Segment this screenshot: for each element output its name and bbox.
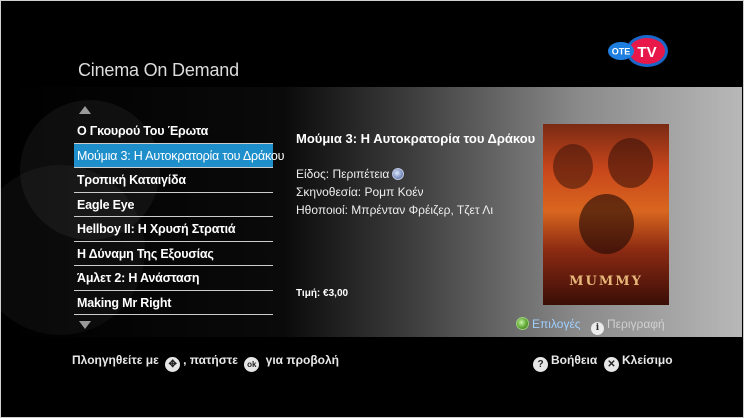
options-label: Επιλογές — [532, 317, 581, 331]
nav-hint-middle: , πατήστε — [183, 353, 238, 367]
help-label: Βοήθεια — [551, 353, 598, 367]
description-label: Περιγραφή — [607, 317, 665, 331]
page-title: Cinema On Demand — [78, 60, 239, 80]
poster-figure — [579, 194, 634, 254]
genre-text: Είδος: Περιπέτεια — [296, 167, 390, 181]
list-item[interactable]: Άμλετ 2: Η Ανάσταση — [74, 266, 273, 291]
movie-poster: MUMMY — [543, 124, 669, 305]
info-button-icon[interactable] — [392, 168, 405, 180]
options-button[interactable]: Επιλογές — [516, 317, 581, 331]
poster-figure — [553, 144, 593, 189]
close-icon: ✕ — [604, 357, 619, 372]
genre-row: Είδος: Περιπέτεια — [296, 165, 493, 183]
list-item[interactable]: Hellboy II: Η Χρυσή Στρατιά — [74, 217, 273, 242]
movie-details: Μούμια 3: Η Αυτοκρατορία του Δράκου — [296, 131, 535, 146]
logo-text-ote: OTE — [612, 47, 631, 57]
description-button[interactable]: i Περιγραφή — [591, 317, 665, 335]
scroll-up-arrow-icon[interactable] — [79, 106, 91, 114]
list-item[interactable]: Making Mr Right — [74, 291, 273, 315]
movie-list: Ο Γκουρού Του Έρωτα Μούμια 3: Η Αυτοκρατ… — [74, 119, 284, 315]
list-item[interactable]: Τροπική Καταιγίδα — [74, 168, 273, 193]
scroll-down-arrow-icon[interactable] — [79, 321, 91, 329]
dpad-icon: ✥ — [165, 357, 181, 372]
ote-tv-logo: OTE TV — [608, 35, 668, 67]
movie-title: Μούμια 3: Η Αυτοκρατορία του Δράκου — [296, 131, 536, 146]
close-button[interactable]: ✕ Κλείσιμο — [601, 353, 673, 372]
list-item[interactable]: Eagle Eye — [74, 193, 273, 217]
director-text: Σκηνοθεσία: Ρομπ Κοέν — [296, 185, 424, 199]
info-icon: i — [591, 322, 604, 335]
list-item[interactable]: Η Δύναμη Της Εξουσίας — [74, 242, 273, 266]
list-item[interactable]: Ο Γκουρού Του Έρωτα — [74, 119, 273, 144]
nav-hint-suffix: για προβολή — [265, 353, 339, 367]
poster-figure — [608, 138, 653, 188]
nav-hint-prefix: Πλοηγηθείτε με — [72, 353, 159, 367]
price-text: Τιμή: €3,00 — [296, 288, 349, 299]
movie-meta: Είδος: Περιπέτεια Σκηνοθεσία: Ρομπ Κοέν … — [296, 165, 493, 219]
actors-text: Ηθοποιοί: Μπρένταν Φρέιζερ, Τζετ Λι — [296, 203, 493, 217]
help-button[interactable]: ? Βοήθεια — [530, 353, 597, 372]
help-icon: ? — [533, 357, 548, 372]
logo-text-tv: TV — [637, 44, 656, 61]
ok-button-icon: ok — [244, 357, 260, 372]
poster-title-text: MUMMY — [569, 274, 643, 289]
close-label: Κλείσιμο — [622, 353, 673, 367]
list-item-selected[interactable]: Μούμια 3: Η Αυτοκρατορία του Δράκου — [74, 143, 284, 168]
navigation-hint: Πλοηγηθείτε με ✥, πατήστε ok για προβολή — [72, 353, 339, 372]
green-button-icon — [516, 317, 529, 330]
